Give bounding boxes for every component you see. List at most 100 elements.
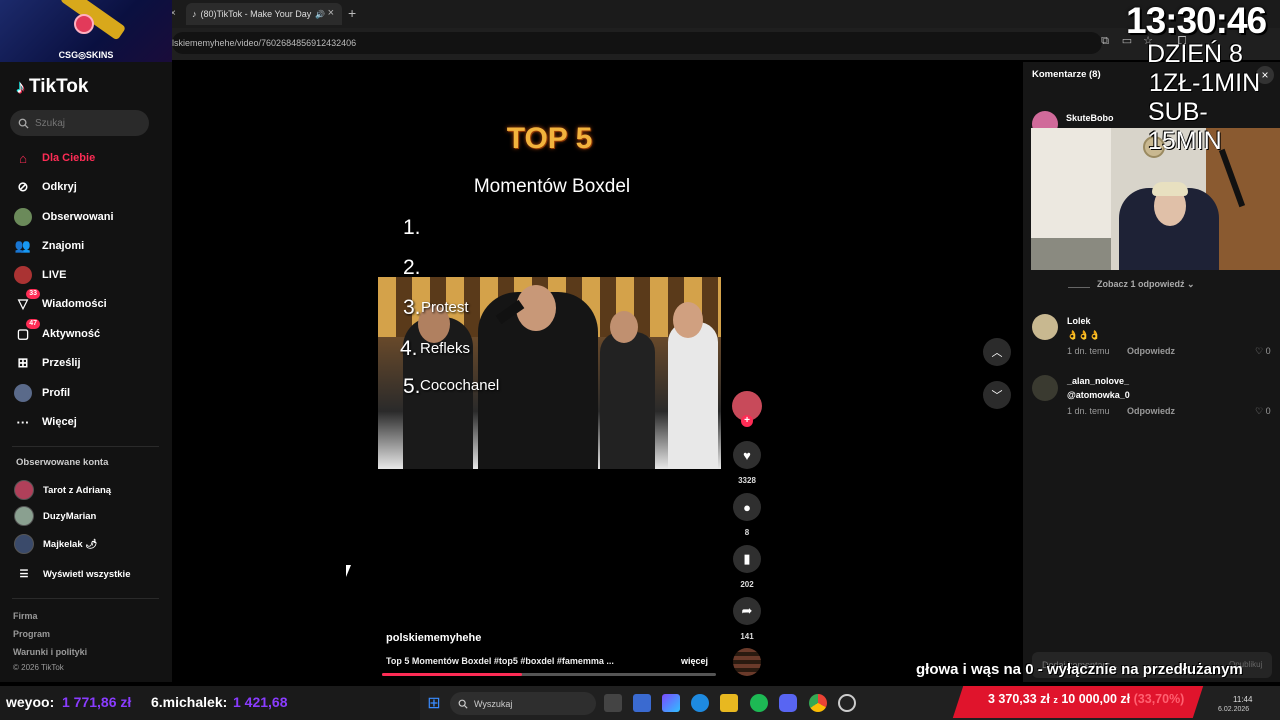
- comment-author[interactable]: _alan_nolove_: [1067, 376, 1129, 386]
- copilot-icon[interactable]: [662, 694, 680, 712]
- show-all-link[interactable]: ☰ Wyświetl wszystkie: [14, 564, 131, 584]
- task-view-icon[interactable]: [604, 694, 622, 712]
- rank-4-label: Refleks: [420, 340, 471, 357]
- account-name: Majkelak 🌶: [43, 538, 98, 550]
- video-subtitle: Momentów Boxdel: [473, 176, 631, 197]
- account-item[interactable]: Tarot z Adrianą: [14, 480, 111, 500]
- nav-upload[interactable]: ⊞ Prześlij: [14, 352, 81, 374]
- divider: [1068, 287, 1090, 288]
- follow-plus-icon[interactable]: +: [741, 415, 753, 427]
- taskbar-search-placeholder: Wyszukaj: [474, 698, 513, 709]
- video-author[interactable]: polskiememyhehe: [386, 632, 481, 644]
- tab-close-icon[interactable]: ×: [328, 7, 334, 19]
- mouse-cursor-icon: [346, 565, 351, 577]
- comment-button[interactable]: ●: [733, 493, 761, 521]
- chrome-icon[interactable]: [809, 694, 827, 712]
- progress-track[interactable]: [382, 673, 716, 676]
- nav-live[interactable]: LIVE: [14, 264, 66, 286]
- comment-author[interactable]: Lolek: [1067, 316, 1091, 326]
- divider: [12, 598, 159, 599]
- account-item[interactable]: Majkelak 🌶: [14, 534, 97, 554]
- comment-author[interactable]: SkuteBobo: [1066, 113, 1114, 123]
- see-replies-link[interactable]: Zobacz 1 odpowiedź ⌄: [1097, 279, 1195, 290]
- search-input[interactable]: [35, 117, 135, 129]
- windows-start-icon[interactable]: ⊞: [425, 694, 443, 712]
- nav-more[interactable]: ··· Więcej: [14, 411, 77, 433]
- tiktok-logo[interactable]: ♪ TikTok: [16, 76, 88, 98]
- search-box[interactable]: [10, 110, 149, 136]
- nav-messages[interactable]: ▽ 33 Wiadomości: [14, 289, 107, 315]
- comments-title: Komentarze: [1032, 69, 1087, 80]
- obs-icon[interactable]: [838, 694, 856, 712]
- compass-icon: ⊘: [17, 179, 29, 194]
- nav-activity[interactable]: ▢ 47 Aktywność: [14, 319, 101, 345]
- avatar[interactable]: [1032, 314, 1058, 340]
- nav-friends[interactable]: 👥 Znajomi: [14, 235, 84, 257]
- like-count: 3328: [738, 476, 756, 485]
- stream-rate-sub: SUB-15MIN: [1148, 98, 1222, 155]
- goal-separator: z: [1053, 695, 1058, 705]
- nav-profile[interactable]: Profil: [14, 382, 70, 404]
- spotify-icon[interactable]: [750, 694, 768, 712]
- url-bar[interactable]: lskiememyhehe/video/7602684856912432406: [172, 32, 1102, 54]
- discord-icon[interactable]: [779, 694, 797, 712]
- nav-label: Dla Ciebie: [42, 152, 96, 164]
- rank-2: 2.: [403, 256, 421, 279]
- browser-tab[interactable]: ♪ (80)TikTok - Make Your Day 🔊 ×: [186, 3, 342, 25]
- logo-text: TikTok: [29, 76, 89, 97]
- comment-like-count: 0: [1265, 406, 1271, 416]
- comment-like-count: 0: [1265, 346, 1271, 356]
- chevron-down-icon: ⌄: [1187, 279, 1195, 289]
- donor1-name: weyoo:: [6, 694, 55, 710]
- nav-label: LIVE: [42, 269, 67, 281]
- account-name: DuzyMarian: [43, 510, 97, 522]
- rank-3-label: Protest: [421, 299, 469, 316]
- more-icon: ···: [16, 414, 30, 430]
- share-count: 141: [740, 632, 754, 641]
- edge-icon[interactable]: [691, 694, 709, 712]
- share-icon: ➦: [741, 603, 753, 618]
- rank-5-label: Cocochanel: [420, 377, 500, 394]
- next-video-button[interactable]: ﹀: [983, 381, 1011, 409]
- donor2-name: 6.michalek:: [151, 694, 228, 710]
- avatar[interactable]: [1032, 375, 1058, 401]
- music-disc-icon[interactable]: [733, 648, 761, 676]
- comment-icon: ●: [743, 499, 751, 515]
- nav-for-you[interactable]: ⌂ Dla Ciebie: [14, 147, 95, 169]
- nav-following[interactable]: Obserwowani: [14, 206, 114, 228]
- stream-rate-donation: 1ZŁ-1MIN: [1149, 69, 1261, 97]
- more-link[interactable]: więcej: [681, 656, 708, 666]
- nav-label: Aktywność: [42, 328, 101, 340]
- reply-link[interactable]: Odpowiedz: [1127, 346, 1175, 356]
- bookmark-icon: ▮: [743, 551, 751, 566]
- share-button[interactable]: ➦: [733, 597, 761, 625]
- comment-count: 8: [744, 528, 750, 537]
- copyright: © 2026 TikTok: [13, 663, 64, 672]
- new-tab-button[interactable]: +: [348, 5, 356, 21]
- previous-video-button[interactable]: ︿: [983, 338, 1011, 366]
- store-icon[interactable]: [633, 694, 651, 712]
- reply-link[interactable]: Odpowiedz: [1127, 406, 1175, 416]
- stream-ticker: głowa i wąs na 0 - wyłącznie na przedłuż…: [916, 661, 1243, 678]
- taskbar-date: 6.02.2026: [1218, 706, 1250, 713]
- like-button[interactable]: ♥: [733, 441, 761, 469]
- comment-like[interactable]: ♡ 0: [1255, 406, 1271, 417]
- translate-icon[interactable]: ⧉: [1098, 34, 1112, 48]
- footer-link[interactable]: Program: [13, 629, 50, 639]
- comments-count: (8): [1089, 69, 1101, 80]
- nav-label: Znajomi: [42, 240, 85, 252]
- file-explorer-icon[interactable]: [720, 694, 738, 712]
- stream-clock: 13:30:46: [1126, 0, 1267, 41]
- comment-like[interactable]: ♡ 0: [1255, 346, 1271, 357]
- footer-link[interactable]: Warunki i polityki: [13, 647, 87, 657]
- heart-outline-icon: ♡: [1255, 346, 1264, 356]
- goal-text: 3 370,33 zł z 10 000,00 zł (33,70%): [988, 692, 1184, 706]
- search-icon: [458, 699, 468, 709]
- nav-label: Wiadomości: [42, 298, 107, 310]
- nav-explore[interactable]: ⊘ Odkryj: [14, 176, 77, 198]
- save-button[interactable]: ▮: [733, 545, 761, 573]
- footer-link[interactable]: Firma: [13, 611, 38, 621]
- comments-header: Komentarze (8): [1032, 69, 1101, 80]
- taskbar-search[interactable]: Wyszukaj: [450, 692, 596, 715]
- account-item[interactable]: DuzyMarian: [14, 506, 96, 526]
